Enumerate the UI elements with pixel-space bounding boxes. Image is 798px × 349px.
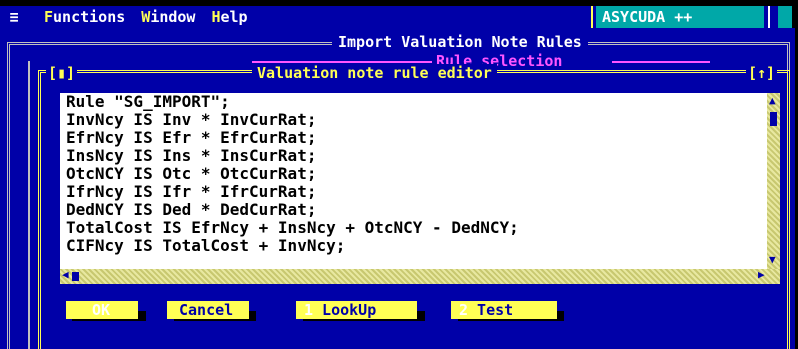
editor-title: Valuation note rule editor: [252, 64, 497, 82]
window-title: Import Valuation Note Rules: [332, 33, 588, 51]
menu-separator: [591, 6, 593, 28]
menu-item-functions[interactable]: Functions: [44, 8, 125, 26]
menu-item-help[interactable]: Help: [211, 8, 247, 26]
scroll-down-arrow-icon[interactable]: ▼: [769, 253, 776, 266]
hamburger-icon[interactable]: ≡: [0, 8, 28, 26]
close-box-icon[interactable]: [▮]: [46, 64, 78, 82]
menu-end-block: [778, 6, 792, 28]
cancel-button[interactable]: Cancel: [167, 301, 249, 319]
vertical-scrollbar[interactable]: ▲ ▼: [767, 93, 780, 269]
code-line: OtcNCY IS Otc * OtcCurRat;: [66, 164, 317, 183]
code-line: InsNcy IS Ins * InsCurRat;: [66, 146, 317, 165]
screen: ≡ Functions Window Help ASYCUDA ++ Impor…: [0, 0, 798, 349]
maximize-icon[interactable]: [↑]: [746, 64, 778, 82]
brand-label: ASYCUDA ++: [596, 6, 764, 28]
scroll-right-arrow-icon[interactable]: ▶: [758, 268, 765, 281]
test-button[interactable]: 2 Test: [451, 301, 557, 319]
horizontal-scrollbar[interactable]: ◀ ▶: [60, 268, 780, 284]
lookup-button[interactable]: 1 LookUp: [296, 301, 417, 319]
menu-bar: ≡ Functions Window Help ASYCUDA ++: [0, 6, 792, 28]
ok-button[interactable]: OK: [66, 301, 138, 319]
vertical-scroll-thumb[interactable]: [770, 112, 777, 126]
code-line: Rule "SG_IMPORT";: [66, 93, 230, 111]
code-line: TotalCost IS EfrNcy + InsNcy + OtcNCY - …: [66, 218, 519, 237]
scroll-up-arrow-icon[interactable]: ▲: [769, 94, 776, 107]
rule-text-area[interactable]: Rule "SG_IMPORT"; InvNcy IS Inv * InvCur…: [60, 93, 767, 269]
menu-separator-2: [768, 6, 770, 28]
code-line: EfrNcy IS Efr * EfrCurRat;: [66, 128, 317, 147]
code-line: InvNcy IS Inv * InvCurRat;: [66, 110, 317, 129]
code-line: DedNCY IS Ded * DedCurRat;: [66, 200, 317, 219]
rule-selection-frame-left: [28, 61, 30, 349]
rule-selection-divider-right: [612, 61, 710, 63]
code-line: IfrNcy IS Ifr * IfrCurRat;: [66, 182, 317, 201]
horizontal-scroll-thumb[interactable]: [72, 272, 79, 281]
scroll-left-arrow-icon[interactable]: ◀: [62, 268, 69, 281]
code-line: CIFNcy IS TotalCost + InvNcy;: [66, 236, 346, 255]
main-window: Import Valuation Note Rules Rule selecti…: [0, 28, 795, 349]
menu-item-window[interactable]: Window: [141, 8, 195, 26]
